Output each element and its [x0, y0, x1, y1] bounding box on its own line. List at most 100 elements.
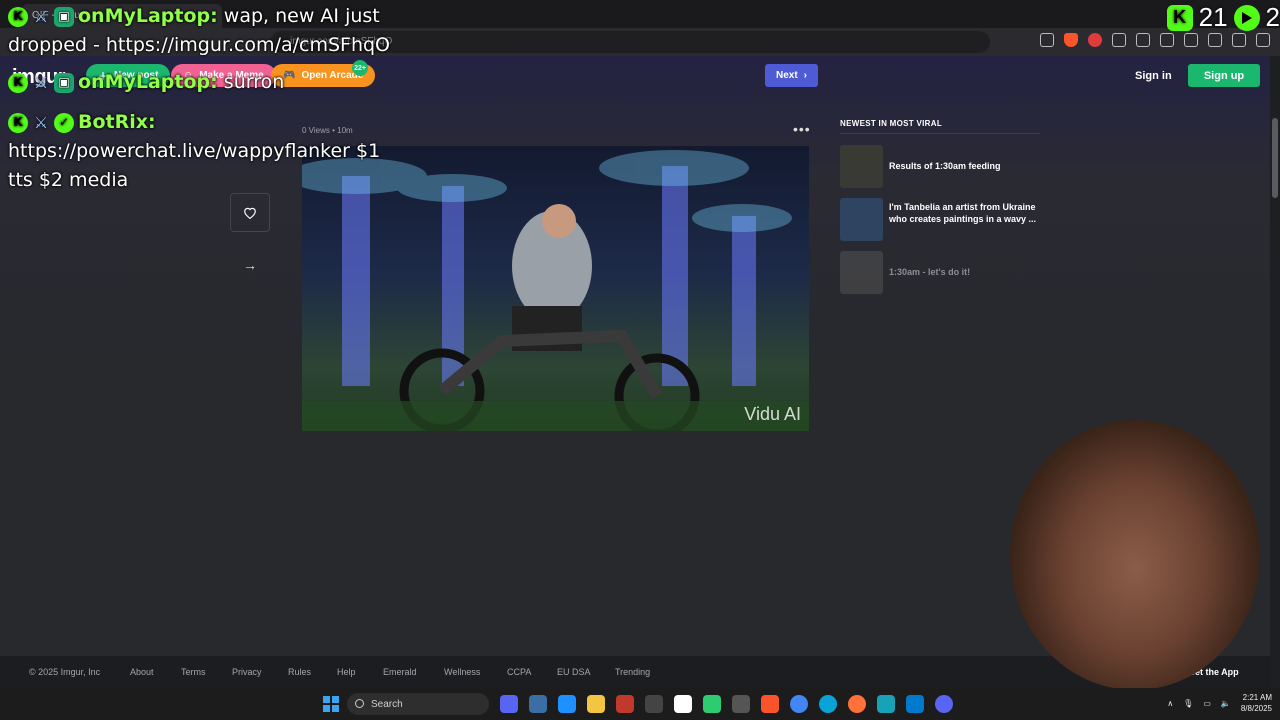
more-options-icon[interactable]: •••	[793, 121, 811, 137]
sidebar-post[interactable]: Results of 1:30am feeding	[840, 145, 1040, 188]
next-label: Next	[775, 70, 798, 81]
footer-wellness-link[interactable]: Wellness	[444, 667, 480, 677]
footer-rules-link[interactable]: Rules	[288, 667, 311, 677]
og-badge-icon: ▣	[54, 6, 74, 27]
sign-in-link[interactable]: Sign in	[1135, 70, 1172, 82]
kick-badge-icon: K	[8, 72, 28, 93]
app-icon[interactable]	[732, 695, 750, 713]
post-title: 1:30am - let's do it!	[889, 267, 971, 277]
footer-about-link[interactable]: About	[130, 667, 154, 677]
chevron-up-icon[interactable]: ∧	[1167, 699, 1173, 708]
sign-up-button[interactable]: Sign up	[1188, 64, 1260, 87]
post-title: I'm Tanbelia an artist from Ukraine who …	[889, 202, 1037, 224]
vscode-icon[interactable]	[906, 695, 924, 713]
firefox-icon[interactable]	[848, 695, 866, 713]
clock-date: 8/8/2025	[1240, 704, 1272, 713]
video-watermark: Vidu AI	[744, 404, 801, 424]
footer-privacy-link[interactable]: Privacy	[232, 667, 262, 677]
play-icon	[1233, 4, 1260, 31]
brave-rewards-icon[interactable]	[1088, 33, 1102, 47]
chat-username: onMyLaptop:	[78, 71, 218, 93]
chrome-icon[interactable]	[790, 695, 808, 713]
footer-help-link[interactable]: Help	[337, 667, 356, 677]
chat-message: K ⚔ ▣ onMyLaptop: wap, new AI just dropped …	[8, 2, 408, 60]
viewer-count: 21	[1198, 2, 1228, 32]
brave-icon[interactable]	[761, 695, 779, 713]
edge-icon[interactable]	[819, 695, 837, 713]
footer-terms-link[interactable]: Terms	[181, 667, 206, 677]
stream-stats: K 21 2	[1166, 2, 1280, 33]
capcut-icon[interactable]	[674, 695, 692, 713]
verified-badge-icon: ✓	[54, 112, 74, 133]
app-icon[interactable]	[645, 695, 663, 713]
file-explorer-icon[interactable]	[587, 695, 605, 713]
page-scrollbar[interactable]	[1270, 56, 1280, 688]
taskbar-search[interactable]: Search	[347, 693, 489, 715]
footer-copyright: © 2025 Imgur, Inc	[29, 667, 101, 677]
app-icon[interactable]	[529, 695, 547, 713]
post-thumbnail	[840, 198, 883, 241]
search-icon	[355, 699, 364, 708]
wallet-icon[interactable]	[1208, 33, 1222, 47]
clock[interactable]: 2:21 AM 8/8/2025	[1241, 692, 1272, 714]
windows-taskbar: Search ∧ 🎙 ▭ 🔈 2:21 AM 8/8/2025	[0, 688, 1280, 720]
taskbar-search-label: Search	[371, 698, 403, 710]
start-button[interactable]	[323, 696, 339, 712]
sword-badge-icon: ⚔	[33, 73, 49, 92]
webcam-overlay	[1010, 420, 1260, 690]
footer-eudsa-link[interactable]: EU DSA	[557, 667, 591, 677]
app-icon[interactable]	[616, 695, 634, 713]
scroll-thumb[interactable]	[1272, 118, 1278, 198]
chat-message: K ⚔ ▣ onMyLaptop: surron	[8, 68, 408, 97]
secondary-count: 2	[1265, 2, 1280, 32]
volume-icon[interactable]: 🔈	[1221, 699, 1231, 708]
menu-icon[interactable]	[1256, 33, 1270, 47]
footer-emerald-link[interactable]: Emerald	[383, 667, 417, 677]
chat-text: https://powerchat.live/wappyflanker $1 t…	[8, 140, 381, 191]
widgets-icon[interactable]	[500, 695, 518, 713]
chat-message: K ⚔ ✓ BotRix: https://powerchat.live/wappyfl…	[8, 108, 408, 195]
heart-icon	[244, 207, 256, 219]
discord-icon[interactable]	[935, 695, 953, 713]
chat-username: BotRix:	[78, 111, 156, 133]
chat-username: onMyLaptop:	[78, 5, 218, 27]
user-badges: K ⚔ ✓	[8, 112, 74, 133]
brave-shield-icon[interactable]	[1064, 33, 1078, 47]
share-arrow-icon[interactable]: →	[240, 256, 260, 274]
share-icon[interactable]	[1040, 33, 1054, 47]
app-icon[interactable]	[558, 695, 576, 713]
sidebar-title: NEWEST IN MOST VIRAL	[840, 119, 942, 128]
sword-badge-icon: ⚔	[33, 113, 49, 132]
app-icon[interactable]	[703, 695, 721, 713]
vpn-icon[interactable]	[1232, 33, 1246, 47]
user-badges: K ⚔ ▣	[8, 72, 74, 93]
microphone-icon[interactable]: 🎙	[1183, 699, 1193, 708]
sidebar-post[interactable]: 1:30am - let's do it!	[840, 251, 1040, 294]
favorite-button[interactable]	[230, 193, 270, 232]
taskbar-apps	[500, 695, 953, 713]
post-thumbnail	[840, 145, 883, 188]
sidebar-icon[interactable]	[1184, 33, 1198, 47]
extension-icons	[1040, 33, 1270, 47]
kick-badge-icon: K	[8, 112, 28, 133]
app-icon[interactable]	[877, 695, 895, 713]
kick-icon: K	[1166, 4, 1193, 31]
og-badge-icon: ▣	[54, 72, 74, 93]
network-icon[interactable]: ▭	[1203, 699, 1211, 708]
kick-badge-icon: K	[8, 6, 28, 27]
footer-trending-link[interactable]: Trending	[615, 667, 650, 677]
chat-text: surron	[223, 71, 285, 93]
sword-badge-icon: ⚔	[33, 7, 49, 26]
chevron-right-icon: ›	[803, 70, 808, 81]
footer-ccpa-link[interactable]: CCPA	[507, 667, 531, 677]
post-thumbnail	[840, 251, 883, 294]
sidebar-post[interactable]: I'm Tanbelia an artist from Ukraine who …	[840, 198, 1040, 241]
clock-time: 2:21 AM	[1242, 693, 1272, 702]
user-badges: K ⚔ ▣	[8, 6, 74, 27]
extensions-icon[interactable]	[1112, 33, 1126, 47]
post-title: Results of 1:30am feeding	[889, 161, 1001, 171]
next-button[interactable]: Next ›	[765, 64, 818, 87]
download-icon[interactable]	[1160, 33, 1174, 47]
sidebar-divider	[840, 133, 1040, 134]
reader-icon[interactable]	[1136, 33, 1150, 47]
